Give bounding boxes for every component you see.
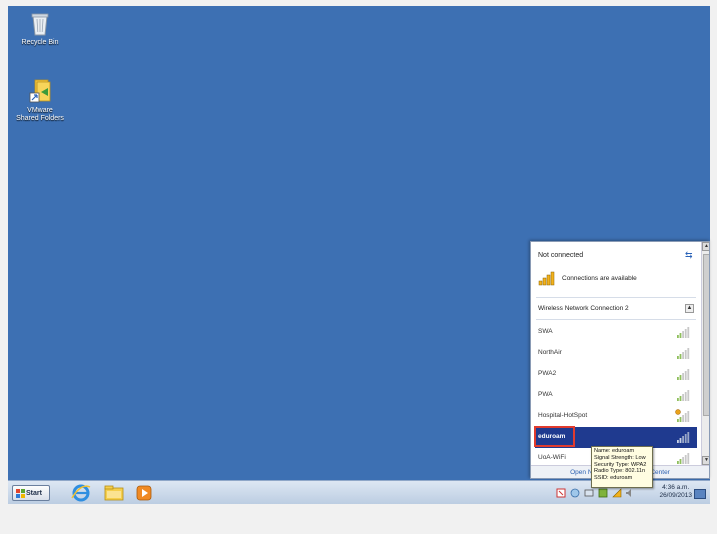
clock-time: 4:36 a.m. — [662, 484, 690, 491]
recycle-bin-icon — [31, 13, 49, 36]
network-item[interactable]: eduroam — [534, 426, 697, 448]
tray-flag-icon[interactable] — [556, 488, 566, 498]
signal-strength-icon — [677, 453, 690, 464]
secured-signal-icon — [675, 409, 690, 422]
signal-strength-icon — [677, 369, 690, 380]
signal-bars-icon — [538, 271, 555, 286]
signal-strength-icon — [677, 432, 690, 443]
desktop-icon-label: Recycle Bin — [21, 39, 59, 46]
signal-strength-icon — [677, 348, 690, 359]
tooltip-signal: Signal Strength: Low — [594, 454, 646, 461]
start-button[interactable]: Start — [12, 485, 50, 501]
scroll-thumb[interactable] — [703, 254, 709, 416]
taskbar-clock[interactable]: 4:36 a.m. 26/09/2013 — [659, 484, 692, 500]
file-explorer-icon — [104, 485, 124, 501]
screen-frame: Recycle Bin VMware Shared Folders Not co… — [0, 0, 717, 534]
scroll-up-button[interactable]: ▲ — [702, 242, 709, 251]
flyout-header: Not connected ⇆ Connections are availabl… — [531, 242, 701, 300]
taskbar-file-explorer[interactable] — [103, 483, 125, 503]
taskbar-internet-explorer[interactable] — [70, 483, 92, 503]
flyout-scrollbar[interactable]: ▲ ▼ — [701, 242, 709, 465]
taskbar-media-player[interactable] — [133, 483, 155, 503]
refresh-icon[interactable]: ⇆ — [685, 250, 693, 261]
network-item[interactable]: NorthAir — [535, 343, 697, 364]
clock-date: 26/09/2013 — [659, 492, 692, 499]
network-item[interactable]: SWA — [535, 322, 697, 343]
network-name: Hospital-HotSpot — [538, 412, 588, 419]
network-flyout: Not connected ⇆ Connections are availabl… — [530, 241, 710, 479]
network-item[interactable]: PWA2 — [535, 364, 697, 385]
network-item[interactable]: PWA — [535, 385, 697, 406]
tray-vmware-icon[interactable] — [598, 488, 608, 498]
connections-available-label: Connections are available — [562, 275, 637, 282]
tooltip-name: Name: eduroam — [594, 448, 635, 454]
desktop-icon-label-line2: Shared Folders — [16, 115, 64, 122]
start-label: Start — [26, 490, 42, 497]
network-name: UoA-WiFi — [538, 454, 566, 461]
divider — [536, 319, 696, 320]
tooltip-security: Security Type: WPA2 — [594, 461, 647, 468]
collapse-section-button[interactable]: ▲ — [685, 304, 694, 313]
network-tooltip: Name: eduroam Signal Strength: Low Secur… — [591, 446, 653, 488]
desktop-icon-label-line1: VMware — [27, 107, 53, 114]
tray-security-icon[interactable] — [570, 488, 580, 498]
tooltip-radio: Radio Type: 802.11n — [594, 468, 646, 475]
tray-volume-icon[interactable] — [625, 488, 635, 498]
show-desktop-button[interactable] — [694, 489, 706, 499]
desktop-icon-shared-folders[interactable]: VMware Shared Folders — [12, 78, 68, 123]
tray-monitor-icon[interactable] — [584, 488, 594, 498]
media-player-icon — [136, 485, 152, 501]
shared-folder-icon — [29, 79, 51, 103]
tray-wireless-icon[interactable] — [612, 488, 622, 498]
connection-status: Not connected — [538, 252, 584, 259]
internet-explorer-icon — [71, 484, 91, 502]
tooltip-ssid: SSID: eduroam — [594, 475, 633, 482]
scroll-down-button[interactable]: ▼ — [702, 456, 709, 465]
desktop-icon-recycle-bin[interactable]: Recycle Bin — [12, 12, 68, 47]
wireless-section-title: Wireless Network Connection 2 — [538, 305, 629, 312]
network-item[interactable]: Hospital-HotSpot — [535, 406, 697, 427]
network-name: NorthAir — [538, 349, 562, 356]
windows-logo-icon — [16, 489, 25, 498]
network-name: PWA — [538, 391, 553, 398]
divider — [536, 297, 696, 298]
network-name: SWA — [538, 328, 553, 335]
network-name: PWA2 — [538, 370, 557, 377]
highlight-box — [534, 426, 575, 447]
signal-strength-icon — [677, 327, 690, 338]
signal-strength-icon — [677, 390, 690, 401]
